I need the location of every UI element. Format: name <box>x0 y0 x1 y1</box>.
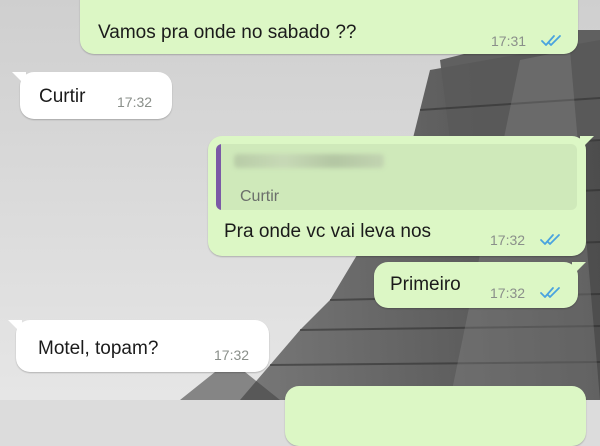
message-bubble-incoming[interactable]: Curtir 17:32 <box>12 72 172 119</box>
message-text: Primeiro <box>390 274 461 295</box>
double-check-icon <box>540 287 560 298</box>
message-time: 17:32 <box>117 94 153 110</box>
blurred-sender-name <box>234 154 384 168</box>
message-time: 17:32 <box>214 347 250 363</box>
message-bubble-outgoing[interactable] <box>285 386 586 446</box>
message-bubble-outgoing[interactable]: Primeiro 17:32 <box>374 262 586 308</box>
double-check-icon <box>541 35 561 46</box>
message-bubble-outgoing-reply[interactable]: Curtir Pra onde vc vai leva nos 17:32 <box>208 136 594 256</box>
quote-accent-bar <box>216 144 221 210</box>
message-time: 17:32 <box>490 285 526 301</box>
quoted-text: Curtir <box>240 188 280 205</box>
message-text: Motel, topam? <box>38 338 159 359</box>
message-bubble-outgoing[interactable]: Vamos pra onde no sabado ?? 17:31 <box>80 0 578 54</box>
message-text: Vamos pra onde no sabado ?? <box>98 22 357 43</box>
message-text: Pra onde vc vai leva nos <box>224 221 432 242</box>
message-time: 17:31 <box>491 33 527 49</box>
message-text: Curtir <box>39 86 86 107</box>
message-bubble-incoming[interactable]: Motel, topam? 17:32 <box>8 320 269 372</box>
message-time: 17:32 <box>490 232 526 248</box>
double-check-icon <box>540 234 560 245</box>
quoted-message[interactable]: Curtir <box>216 144 577 210</box>
